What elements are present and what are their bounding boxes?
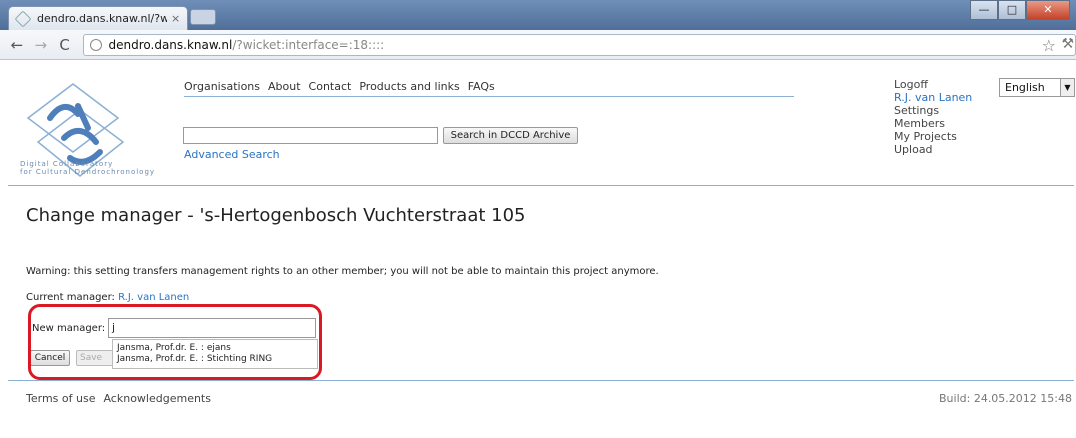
window-titlebar: dendro.dans.knaw.nl/?wick × — □ ✕ — [0, 0, 1076, 30]
reload-button[interactable]: C — [54, 34, 76, 56]
address-bar[interactable]: dendro.dans.knaw.nl /?wicket:interface=:… — [83, 33, 1076, 56]
terms-of-use-link[interactable]: Terms of use — [26, 392, 95, 405]
wrench-menu-icon[interactable]: ⚒ — [1061, 36, 1074, 52]
language-value: English — [1005, 81, 1045, 94]
logo-diamond-upper — [26, 83, 120, 153]
url-path: /?wicket:interface=:18:::: — [232, 37, 385, 52]
members-link[interactable]: Members — [894, 117, 972, 130]
language-select[interactable]: English ▼ — [999, 78, 1075, 97]
back-button[interactable]: ← — [6, 34, 28, 56]
nav-divider — [184, 96, 794, 97]
search-archive-button[interactable]: Search in DCCD Archive — [443, 127, 578, 144]
user-menu: Logoff R.J. van Lanen Settings Members M… — [894, 78, 972, 156]
browser-toolbar: ← → C dendro.dans.knaw.nl /?wicket:inter… — [0, 30, 1076, 60]
site-favicon-icon — [14, 10, 32, 27]
build-info: Build: 24.05.2012 15:48 — [939, 392, 1072, 405]
logo-d-shape — [61, 128, 99, 145]
minimize-button[interactable]: — — [970, 0, 998, 20]
url-host: dendro.dans.knaw.nl — [108, 37, 233, 52]
nav-organisations[interactable]: Organisations — [184, 80, 260, 93]
window-controls: — □ ✕ — [970, 0, 1070, 20]
advanced-search-link[interactable]: Advanced Search — [184, 148, 280, 161]
nav-contact[interactable]: Contact — [309, 80, 352, 93]
tab-title: dendro.dans.knaw.nl/?wick — [37, 12, 167, 25]
footer-links: Terms of use Acknowledgements — [26, 392, 211, 405]
current-manager: Current manager: R.J. van Lanen — [26, 292, 189, 303]
globe-icon — [90, 38, 103, 51]
maximize-button[interactable]: □ — [998, 0, 1026, 20]
logo-caption: Digital Collaboratory for Cultural Dendr… — [20, 160, 156, 176]
nav-faqs[interactable]: FAQs — [468, 80, 495, 93]
page-title: Change manager - 's-Hertogenbosch Vuchte… — [26, 205, 526, 226]
username-link[interactable]: R.J. van Lanen — [894, 91, 972, 104]
forward-button[interactable]: → — [30, 34, 52, 56]
nav-products-and-links[interactable]: Products and links — [359, 80, 459, 93]
tab-close-icon[interactable]: × — [171, 12, 180, 25]
upload-link[interactable]: Upload — [894, 143, 972, 156]
new-tab-button[interactable] — [190, 9, 216, 25]
logo-c-shape — [47, 104, 81, 121]
nav-about[interactable]: About — [268, 80, 301, 93]
bookmark-star-icon[interactable]: ☆ — [1042, 36, 1056, 55]
current-manager-label: Current manager: — [26, 292, 115, 303]
footer-divider — [8, 380, 1074, 381]
logoff-link[interactable]: Logoff — [894, 78, 972, 91]
browser-tab[interactable]: dendro.dans.knaw.nl/?wick × — [8, 6, 188, 30]
annotation-highlight-box — [28, 304, 322, 380]
settings-link[interactable]: Settings — [894, 104, 972, 117]
warning-text: Warning: this setting transfers manageme… — [26, 266, 659, 277]
chevron-down-icon[interactable]: ▼ — [1060, 79, 1074, 96]
close-window-button[interactable]: ✕ — [1026, 0, 1070, 20]
my-projects-link[interactable]: My Projects — [894, 130, 972, 143]
archive-search-input[interactable] — [183, 127, 438, 144]
logo-d-stem — [75, 103, 91, 131]
current-manager-link[interactable]: R.J. van Lanen — [118, 292, 189, 303]
top-navigation: Organisations About Contact Products and… — [184, 80, 495, 93]
acknowledgements-link[interactable]: Acknowledgements — [103, 392, 211, 405]
header-divider — [8, 185, 1074, 186]
